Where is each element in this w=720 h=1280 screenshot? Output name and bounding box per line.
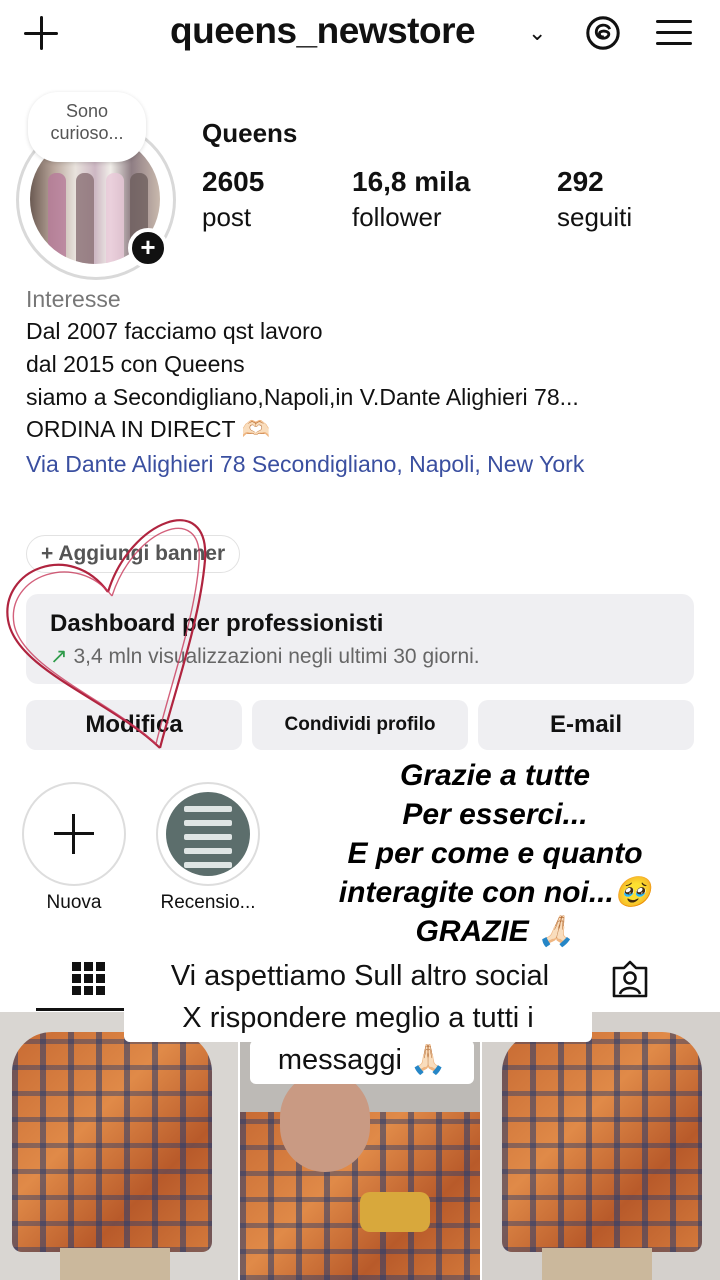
tagged-person-icon[interactable] xyxy=(610,960,650,998)
overlay-line: Per esserci... xyxy=(402,798,588,831)
profile-name: Queens xyxy=(202,118,298,148)
highlight-label: Recensio... xyxy=(160,892,256,913)
threads-icon[interactable] xyxy=(584,14,622,52)
posts-count[interactable]: 2605 xyxy=(202,166,264,198)
post-thumbnail[interactable] xyxy=(0,1012,238,1280)
address-link[interactable]: Via Dante Alighieri 78 Secondigliano, Na… xyxy=(26,448,686,480)
overlay-line: Grazie a tutte xyxy=(399,759,591,792)
highlight-label: Nuova xyxy=(46,892,102,913)
email-button[interactable]: E-mail xyxy=(478,700,694,750)
bio-line: siamo a Secondigliano,Napoli,in V.Dante … xyxy=(26,384,579,410)
plus-icon xyxy=(52,812,96,856)
posts-label[interactable]: post xyxy=(202,202,251,233)
following-label[interactable]: seguiti xyxy=(557,202,632,233)
profile-username[interactable]: queens_newstore xyxy=(170,10,476,52)
share-profile-button[interactable]: Condividi profilo xyxy=(252,700,468,750)
overlay-line: E per come e quanto xyxy=(347,837,643,870)
heart-doodle xyxy=(6,519,207,749)
plus-icon[interactable] xyxy=(22,14,62,54)
following-count[interactable]: 292 xyxy=(557,166,604,198)
highlight-cover xyxy=(166,792,250,876)
post-thumbnail[interactable] xyxy=(482,1012,720,1280)
note-text: Sono curioso... xyxy=(50,101,124,143)
note-bubble[interactable]: Sono curioso... xyxy=(28,92,146,162)
bio-line: dal 2015 con Queens xyxy=(26,351,245,377)
overlay-thanks-text: Grazie a tutte Per esserci... E per come… xyxy=(290,756,700,951)
overlay-line: interagite con noi...🥹 xyxy=(338,876,652,909)
bio-line: ORDINA IN DIRECT 🫶🏻 xyxy=(26,416,271,442)
add-story-icon[interactable]: + xyxy=(128,228,168,268)
followers-count[interactable]: 16,8 mila xyxy=(352,166,470,198)
profile-category: Interesse xyxy=(26,286,121,312)
overlay-line: GRAZIE 🙏🏻 xyxy=(415,915,575,948)
followers-label[interactable]: follower xyxy=(352,202,442,233)
caption-line: Vi aspettiamo Sull altro social xyxy=(120,956,600,1000)
chevron-down-icon[interactable]: ⌄ xyxy=(528,20,546,46)
hamburger-menu-icon[interactable] xyxy=(656,18,692,48)
bio-line: Dal 2007 facciamo qst lavoro xyxy=(26,318,323,344)
caption-line: X rispondere meglio a tutti i xyxy=(124,998,592,1042)
caption-line: messaggi 🙏🏻 xyxy=(250,1040,474,1084)
grid-icon[interactable] xyxy=(72,962,106,996)
